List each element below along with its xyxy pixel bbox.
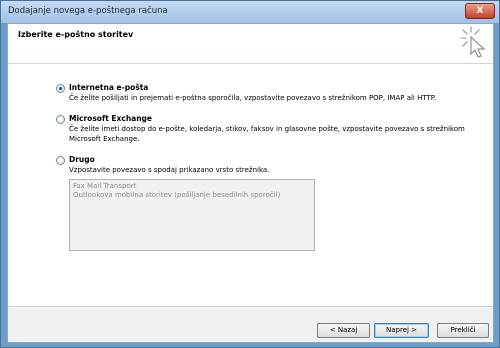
option-description: Če želite imeti dostop do e-pošte, koled… — [69, 125, 465, 143]
add-account-dialog: Dodajanje novega e-poštnega računa X Izb… — [0, 0, 500, 348]
sparkle-cursor-icon — [460, 26, 486, 58]
title-bar[interactable]: Dodajanje novega e-poštnega računa X — [1, 1, 499, 23]
radio-internet-email[interactable] — [56, 84, 65, 93]
button-bar: < Nazaj Naprej > Prekliči — [8, 306, 493, 342]
radio-microsoft-exchange[interactable] — [56, 115, 65, 124]
server-type-list[interactable]: Fax Mail Transport Outlookova mobilna st… — [69, 179, 315, 251]
option-label[interactable]: Internetna e-pošta — [69, 83, 148, 92]
option-description: Vzpostavite povezavo s spodaj prikazano … — [69, 166, 270, 174]
page-title: Izberite e-poštno storitev — [18, 30, 134, 39]
list-item[interactable]: Outlookova mobilna storitev (pošiljanje … — [73, 191, 311, 200]
cancel-button[interactable]: Prekliči — [437, 323, 489, 338]
list-item[interactable]: Fax Mail Transport — [73, 182, 311, 191]
next-button[interactable]: Naprej > — [374, 323, 429, 338]
radio-other[interactable] — [56, 156, 65, 165]
option-label[interactable]: Drugo — [69, 155, 95, 164]
option-description: Če želite pošiljati in prejemati e-poštn… — [69, 94, 437, 102]
close-button[interactable]: X — [465, 3, 495, 19]
dialog-content: Izberite e-poštno storitev Internetna e-… — [7, 23, 494, 343]
window-title: Dodajanje novega e-poštnega računa — [8, 6, 168, 16]
back-button[interactable]: < Nazaj — [317, 323, 370, 338]
option-label[interactable]: Microsoft Exchange — [69, 114, 152, 123]
wizard-header: Izberite e-poštno storitev — [8, 24, 493, 64]
